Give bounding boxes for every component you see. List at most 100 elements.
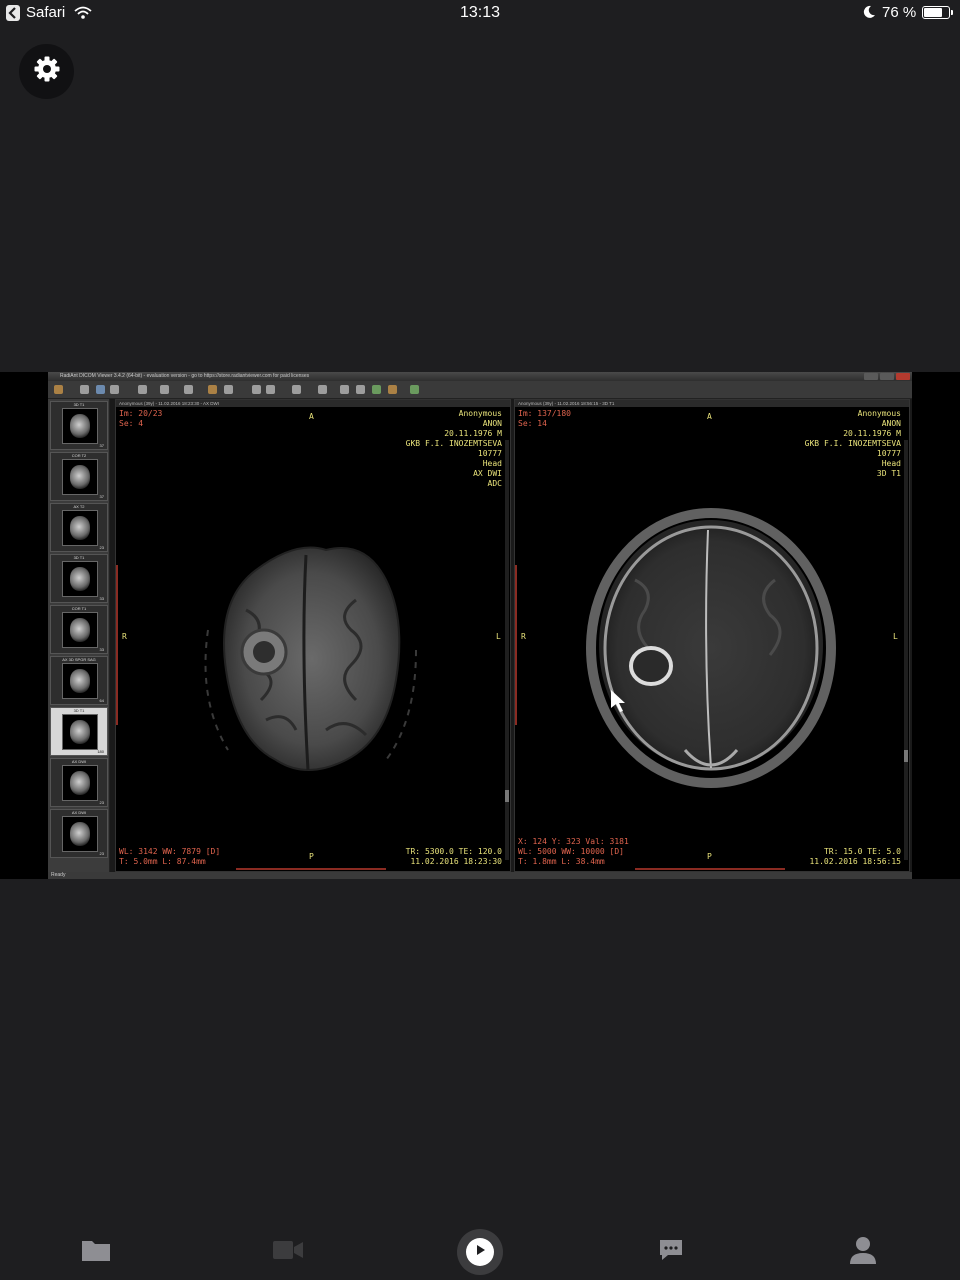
window-controls [864,373,910,380]
t1-brain-image [586,508,836,788]
thumbnail-count: 180 [97,749,104,754]
pan-icon [224,385,233,394]
thumbnail-label: AX DWI [71,810,87,815]
dwi-brain-image [204,546,417,771]
series-thumbnail-strip: 3D T1 37 COR T2 37 AX T2 23 3D T1 33 COR T1 33 AX … [48,399,110,872]
status-bar: Safari 13:13 76 % [0,0,960,26]
thumbnail-label: COR T2 [71,453,87,458]
thumbnail-count: 33 [99,647,104,652]
tab-profile[interactable] [839,1228,887,1276]
series-thumbnail[interactable]: 3D T1 33 [50,554,108,603]
thumbnail-count: 23 [99,545,104,550]
layout-icon [138,385,147,394]
gear-icon [33,55,61,88]
viewer-toolbar [48,381,912,399]
orientation-right: L [893,632,898,641]
orientation-left: R [122,632,127,641]
thumbnail-label: 3D T1 [73,708,85,713]
settings-button[interactable] [19,44,74,99]
mpr-icon [318,385,327,394]
tab-video[interactable] [264,1228,312,1276]
reference-icon [208,385,217,394]
series-thumbnail[interactable]: COR T2 37 [50,452,108,501]
3d-icon [356,385,365,394]
image-index-info: Im: 137/180 Se: 14 [518,409,571,428]
help-icon [410,385,419,394]
thumbnail-count: 23 [99,851,104,856]
left-viewport[interactable]: Anonymous (39y) - 11.02.2016 18:23:30 - … [115,399,511,872]
series-thumbnail[interactable]: AX T2 23 [50,503,108,552]
video-player[interactable]: RadiAnt DICOM Viewer 3.4.2 (64-bit) - ev… [0,372,960,879]
viewport-header: Anonymous (39y) - 11.02.2016 18:23:30 - … [116,400,510,407]
window-level-info: WL: 3142 WW: 7879 [D] T: 5.0mm L: 87.4mm [119,847,221,866]
viewer-window-title: RadiAnt DICOM Viewer 3.4.2 (64-bit) - ev… [60,373,310,379]
measure-icon [292,385,301,394]
thumbnail-count: 37 [99,443,104,448]
right-viewport[interactable]: Anonymous (39y) - 11.02.2016 18:56:15 - … [514,399,910,872]
export-icon [388,385,397,394]
thumbnail-count: 37 [99,494,104,499]
cd-icon [80,385,89,394]
clock: 13:13 [459,4,501,21]
open-folder-icon [54,385,63,394]
series-thumbnail[interactable]: 3D T1 37 [50,401,108,450]
thumbnail-image [62,714,98,750]
crosshair-icon [252,385,261,394]
series-thumbnail[interactable]: AX DWI 23 [50,809,108,858]
thumbnail-image [62,663,98,699]
thumbnail-image [62,816,98,852]
series-thumbnail[interactable]: AX 3D SPGR SAG 64 [50,656,108,705]
battery-percent: 76 % [882,4,917,21]
acquisition-info: TR: 15.0 TE: 5.0 11.02.2016 18:56:15 [809,847,901,866]
orientation-top: A [707,412,712,421]
fusion-icon [372,385,381,394]
orientation-right: L [496,632,501,641]
orientation-top: A [309,412,314,421]
image-index-info: Im: 20/23 Se: 4 [119,409,163,428]
download-icon [96,385,105,394]
thumbnail-label: 3D T1 [73,555,85,560]
zoom-icon [266,385,275,394]
thumbnail-label: AX 3D SPGR SAG [62,657,96,662]
series-thumbnail[interactable]: 3D T1 180 [50,707,108,756]
person-icon [849,1235,877,1270]
thumbnail-image [62,408,98,444]
orientation-bottom: P [309,852,314,861]
thumbnail-image [62,459,98,495]
tab-play[interactable] [456,1228,504,1276]
viewport-header: Anonymous (39y) - 11.02.2016 18:56:15 - … [515,400,909,407]
tab-files[interactable] [72,1228,120,1276]
slice-scrollbar[interactable] [505,440,509,860]
window-level-icon [160,385,169,394]
text-icon [184,385,193,394]
folder-icon [81,1238,111,1267]
series-thumbnail[interactable]: AX DWI 23 [50,758,108,807]
thumbnail-image [62,612,98,648]
window-level-info: X: 124 Y: 323 Val: 3181 WL: 5000 WW: 100… [518,837,629,866]
orientation-left: R [521,632,526,641]
patient-info-overlay: Anonymous ANON 20.11.1976 M GKB F.I. INO… [405,409,502,488]
chat-icon [658,1237,684,1268]
cine-icon [340,385,349,394]
tab-chat[interactable] [647,1228,695,1276]
thumbnail-image [62,510,98,546]
do-not-disturb-icon [862,5,876,24]
thumbnail-count: 64 [99,698,104,703]
acquisition-info: TR: 5300.0 TE: 120.0 11.02.2016 18:23:30 [405,847,502,866]
series-thumbnail[interactable]: COR T1 33 [50,605,108,654]
battery-fill [924,8,943,17]
slice-scrollbar[interactable] [904,440,908,860]
dicom-viewer-window: RadiAnt DICOM Viewer 3.4.2 (64-bit) - ev… [48,372,912,879]
bottom-tab-bar [0,1224,960,1280]
thumbnail-label: AX DWI [71,759,87,764]
viewer-titlebar: RadiAnt DICOM Viewer 3.4.2 (64-bit) - ev… [48,372,912,381]
thumbnail-count: 33 [99,596,104,601]
orientation-bottom: P [707,852,712,861]
thumbnail-label: AX T2 [73,504,85,509]
thumbnail-label: 3D T1 [73,402,85,407]
thumbnail-image [62,561,98,597]
thumbnail-label: COR T1 [71,606,87,611]
thumbnail-count: 23 [99,800,104,805]
patient-info-overlay: Anonymous ANON 20.11.1976 M GKB F.I. INO… [804,409,901,478]
battery-icon [922,6,953,19]
